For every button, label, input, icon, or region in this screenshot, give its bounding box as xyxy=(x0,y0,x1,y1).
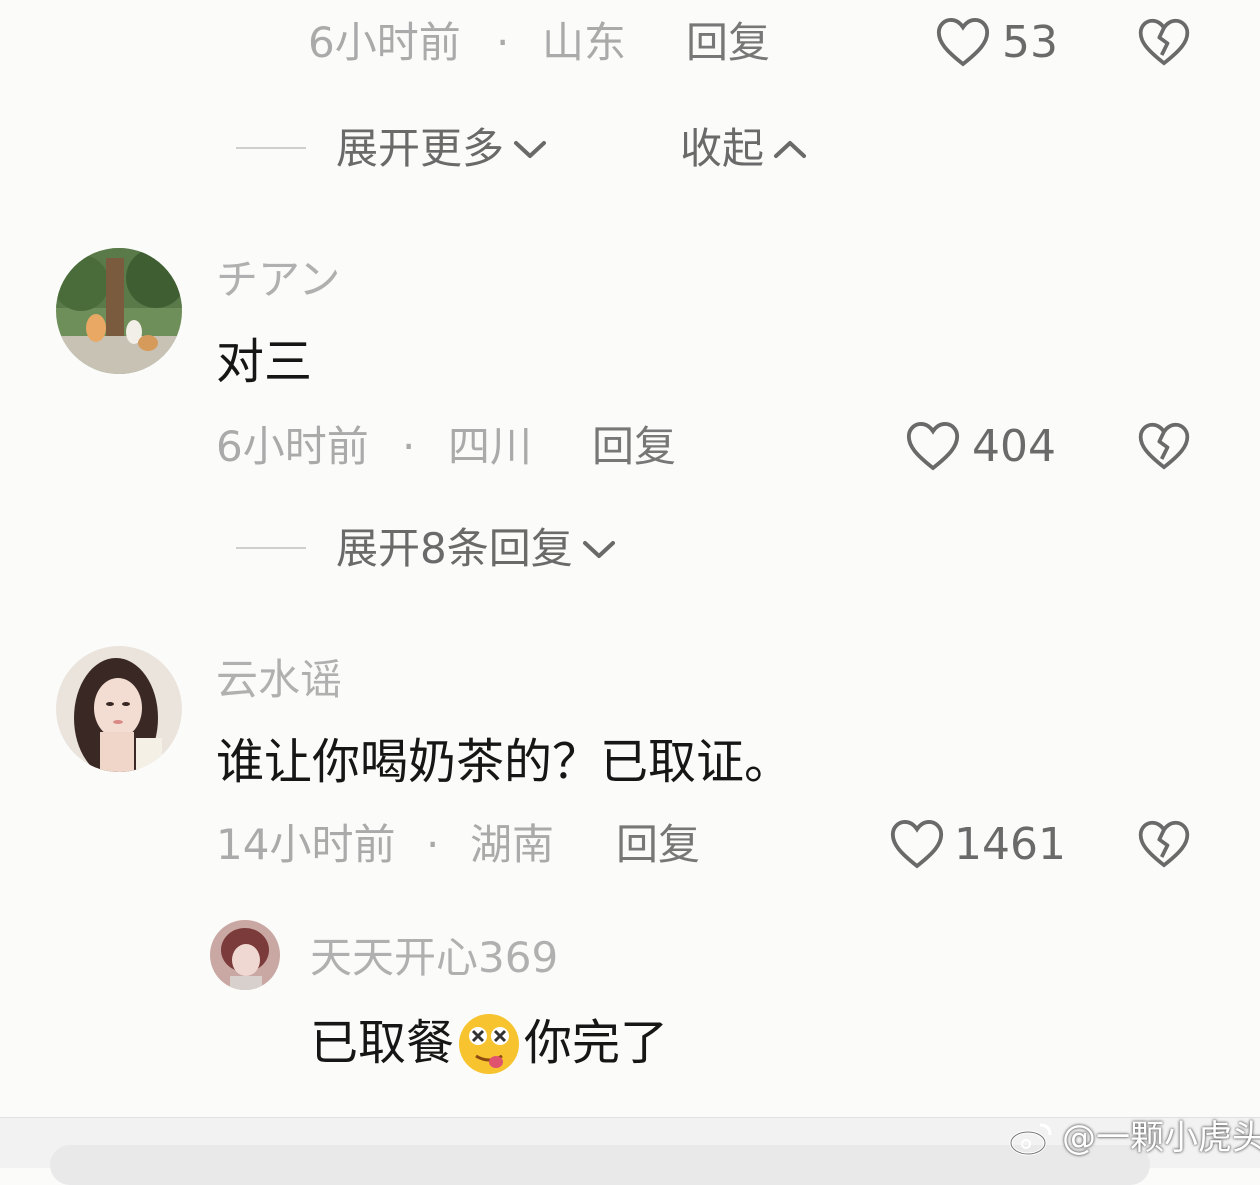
chevron-up-icon xyxy=(774,141,807,158)
dislike-button[interactable] xyxy=(1136,14,1192,68)
watermark-text: @一颗小虎头 xyxy=(1062,1118,1260,1158)
like-count: 404 xyxy=(972,421,1056,472)
comment-location: 山东 xyxy=(542,18,627,67)
dislike-button[interactable] xyxy=(1136,418,1192,472)
reply-text: 已取餐 你完了 xyxy=(310,1010,668,1076)
like-button[interactable] xyxy=(934,14,992,68)
dislike-button[interactable] xyxy=(1136,816,1192,870)
reply-button[interactable]: 回复 xyxy=(592,422,676,472)
weibo-logo-icon xyxy=(1009,1123,1052,1156)
username[interactable]: チアン xyxy=(216,254,340,306)
collapse-label: 收起 xyxy=(680,124,765,173)
meta-separator: · xyxy=(426,820,440,869)
reply-text-after: 你完了 xyxy=(524,1015,669,1071)
expand-more-label: 展开更多 xyxy=(336,124,505,173)
divider-line xyxy=(236,147,306,149)
comment-text: 谁让你喝奶茶的？已取证。 xyxy=(216,734,793,790)
avatar[interactable] xyxy=(210,920,280,990)
reply-text-before: 已取餐 xyxy=(310,1015,455,1071)
avatar[interactable] xyxy=(56,646,182,772)
broken-heart-icon xyxy=(1138,18,1190,66)
comment-location: 四川 xyxy=(448,422,533,471)
comment-time: 6小时前 xyxy=(216,422,369,471)
heart-icon xyxy=(936,18,990,67)
meta-separator: · xyxy=(402,422,416,471)
expand-replies-label: 展开8条回复 xyxy=(336,524,573,573)
expand-replies-button[interactable]: 展开8条回复 xyxy=(336,524,617,574)
like-button[interactable] xyxy=(904,418,962,472)
divider-line xyxy=(236,547,306,549)
like-count: 53 xyxy=(1002,17,1058,68)
meta-separator: · xyxy=(496,18,510,67)
comment-time: 6小时前 xyxy=(308,18,461,67)
comment-time: 14小时前 xyxy=(216,820,396,869)
watermark: @一颗小虎头 xyxy=(1008,1118,1260,1158)
comment-location: 湖南 xyxy=(470,820,555,869)
chevron-down-icon xyxy=(582,541,615,558)
comment-text: 对三 xyxy=(216,334,313,390)
like-count: 1461 xyxy=(954,819,1066,870)
broken-heart-icon xyxy=(1138,422,1190,470)
like-button[interactable] xyxy=(888,816,946,870)
username[interactable]: 天天开心369 xyxy=(310,932,558,984)
expand-more-button[interactable]: 展开更多 xyxy=(336,124,548,174)
heart-icon xyxy=(890,820,944,869)
broken-heart-icon xyxy=(1138,820,1190,868)
chevron-down-icon xyxy=(514,141,547,158)
reply-button[interactable]: 回复 xyxy=(686,18,770,68)
heart-icon xyxy=(906,422,960,471)
reply-button[interactable]: 回复 xyxy=(616,820,700,870)
avatar[interactable] xyxy=(56,248,182,374)
dizzy-face-emoji xyxy=(456,1010,522,1076)
collapse-button[interactable]: 收起 xyxy=(680,124,808,174)
comment-input[interactable] xyxy=(50,1145,1150,1185)
username[interactable]: 云水谣 xyxy=(216,654,342,706)
